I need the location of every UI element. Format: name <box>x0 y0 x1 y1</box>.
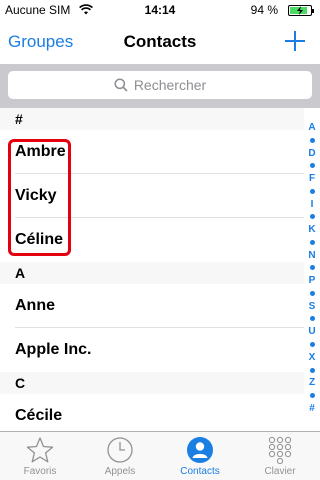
tab-bar: Favoris Appels Contacts Clavier <box>0 431 320 480</box>
person-icon <box>187 437 213 463</box>
index-dot <box>309 367 315 373</box>
alphabet-index[interactable]: A D F I K N P S U X Z # <box>304 122 320 414</box>
index-dot <box>309 316 315 322</box>
page-title: Contacts <box>123 32 197 51</box>
index-letter[interactable]: X <box>309 352 316 363</box>
search-input[interactable]: Rechercher <box>8 71 312 99</box>
section-header-hash: # <box>0 108 304 130</box>
battery-percentage: 94 % <box>250 3 278 17</box>
contact-row[interactable]: Anne <box>0 284 304 328</box>
index-letter[interactable]: D <box>308 148 315 159</box>
tab-label: Clavier <box>264 466 296 477</box>
index-letter[interactable]: # <box>309 403 315 414</box>
index-dot <box>309 393 315 399</box>
index-dot <box>309 239 315 245</box>
search-placeholder: Rechercher <box>133 77 207 93</box>
index-letter[interactable]: P <box>309 275 316 286</box>
index-dot <box>309 290 315 296</box>
battery-icon <box>288 5 314 16</box>
index-dot <box>309 214 315 220</box>
tab-label: Contacts <box>180 466 220 477</box>
keypad-icon <box>268 436 292 464</box>
tab-contacts[interactable]: Contacts <box>160 432 240 480</box>
contact-row[interactable]: Céline <box>0 218 304 262</box>
index-letter[interactable]: A <box>308 122 315 133</box>
tab-favorites[interactable]: Favoris <box>0 432 80 480</box>
index-letter[interactable]: N <box>308 250 315 261</box>
index-letter[interactable]: K <box>308 224 315 235</box>
contact-row[interactable]: Apple Inc. <box>0 328 304 372</box>
tab-label: Favoris <box>23 466 57 477</box>
status-bar: Aucune SIM 14:14 94 % <box>0 0 320 20</box>
index-dot <box>309 265 315 271</box>
index-dot <box>309 163 315 169</box>
index-dot <box>309 342 315 348</box>
index-dot <box>309 188 315 194</box>
index-letter[interactable]: F <box>309 173 315 184</box>
clock-icon <box>107 437 133 463</box>
add-contact-button[interactable] <box>284 30 306 52</box>
contact-row[interactable]: Vicky <box>0 174 304 218</box>
search-icon <box>114 78 128 92</box>
index-letter[interactable]: Z <box>309 377 315 388</box>
index-letter[interactable]: U <box>308 326 315 337</box>
tab-label: Appels <box>104 466 136 477</box>
index-dot <box>309 137 315 143</box>
index-letter[interactable]: I <box>311 199 314 210</box>
index-letter[interactable]: S <box>309 301 316 312</box>
plus-icon <box>285 31 305 51</box>
tab-keypad[interactable]: Clavier <box>240 432 320 480</box>
star-icon <box>26 437 54 463</box>
navigation-bar: Groupes Contacts <box>0 20 320 64</box>
search-bar: Rechercher <box>0 64 320 108</box>
section-header-a: A <box>0 262 304 284</box>
section-header-c: C <box>0 372 304 394</box>
contact-row[interactable]: Ambre <box>0 130 304 174</box>
tab-recents[interactable]: Appels <box>80 432 160 480</box>
contact-list: # Ambre Vicky Céline A Anne Apple Inc. C… <box>0 108 304 438</box>
